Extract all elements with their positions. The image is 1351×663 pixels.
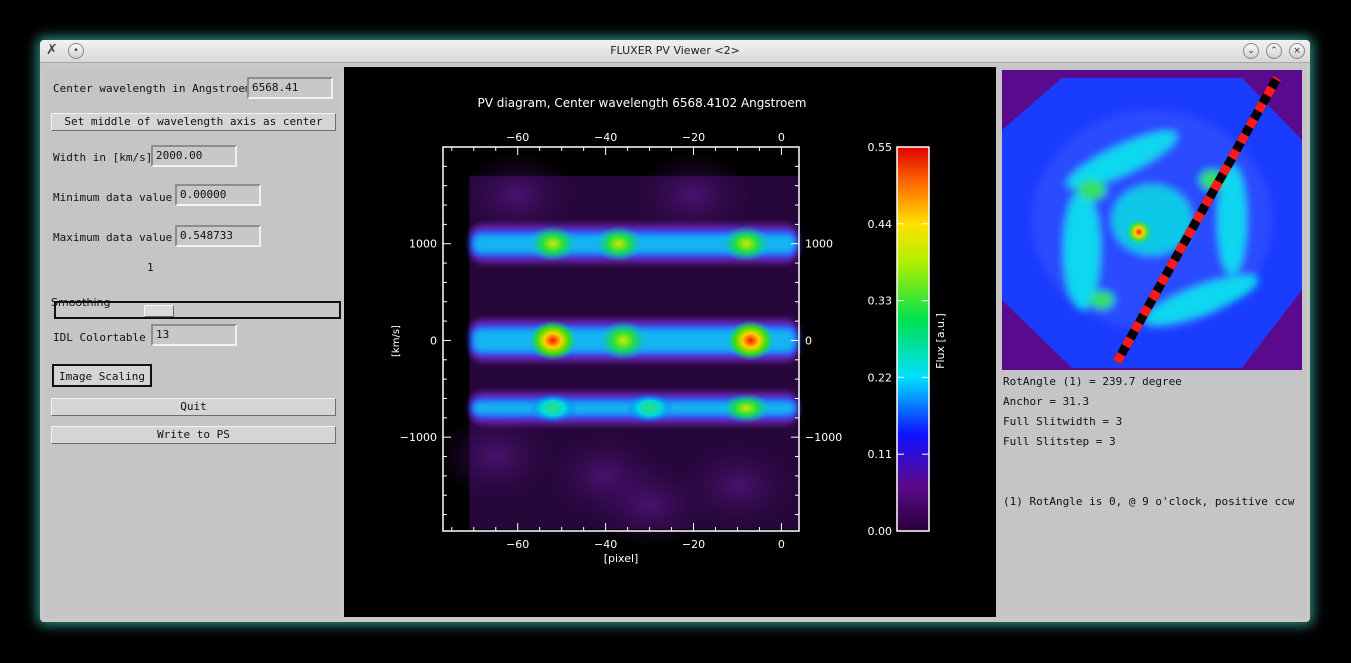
write-ps-button[interactable]: Write to PS — [51, 426, 336, 444]
colorbar-tick-label: 0.00 — [868, 525, 893, 538]
center-wavelength-field[interactable]: 6568.41 — [247, 77, 333, 99]
heatmap-blob — [722, 225, 771, 262]
title-bar: ✗ • FLUXER PV Viewer <2> ⌄ ⌃ × — [40, 40, 1310, 63]
colorbar-tick-label: 0.22 — [868, 371, 893, 384]
colorbar-label: Flux [a.u.] — [934, 313, 947, 369]
plot-title: PV diagram, Center wavelength 6568.4102 … — [478, 96, 807, 110]
minimize-button[interactable]: ⌄ — [1243, 43, 1259, 59]
heatmap-blob — [528, 320, 577, 361]
colorbar-tick-label: 0.33 — [868, 295, 893, 308]
colortable-field[interactable]: 13 — [151, 324, 237, 346]
colorbar-tick-label: 0.55 — [868, 141, 893, 154]
app-window: ✗ • FLUXER PV Viewer <2> ⌄ ⌃ × Center wa… — [40, 40, 1310, 622]
heatmap-blob — [528, 225, 577, 262]
y-axis-label: [km/s] — [391, 325, 402, 357]
colorbar — [896, 146, 930, 532]
y-tick-label: 0 — [430, 334, 437, 347]
smoothing-label: Smoothing — [51, 296, 111, 309]
colorbar-tick-label: 0.11 — [868, 448, 893, 461]
heatmap-blob — [594, 225, 643, 262]
window-title: FLUXER PV Viewer <2> — [610, 44, 740, 57]
image-scaling-button[interactable]: Image Scaling — [52, 364, 152, 387]
maximize-button[interactable]: ⌃ — [1266, 43, 1282, 59]
y-tick-label: −1000 — [400, 431, 437, 444]
x-tick-label-top: 0 — [778, 131, 785, 144]
close-button[interactable]: × — [1289, 43, 1305, 59]
galaxy-map-image — [1002, 70, 1302, 370]
y-tick-label: 1000 — [409, 238, 437, 251]
heatmap-haze — [589, 459, 710, 550]
rotangle-footnote: (1) RotAngle is 0, @ 9 o'clock, positive… — [1003, 495, 1295, 508]
anchor-info: Anchor = 31.3 — [1003, 395, 1090, 408]
slitstep-info: Full Slitstep = 3 — [1003, 435, 1116, 448]
max-data-label: Maximum data value — [53, 231, 173, 244]
y-tick-label-right: 1000 — [805, 238, 833, 251]
min-data-label: Minimum data value — [53, 191, 173, 204]
x-tick-label-top: −60 — [506, 131, 529, 144]
width-label: Width in [km/s] — [53, 151, 153, 164]
x-axis-label: [pixel] — [604, 552, 639, 565]
center-wavelength-label: Center wavelength in Angstroem — [53, 82, 252, 95]
x-tick-label: −60 — [506, 538, 529, 551]
slitwidth-info: Full Slitwidth = 3 — [1003, 415, 1123, 428]
colorbar-tick-label: 0.44 — [868, 218, 893, 231]
x-tick-label-top: −40 — [594, 131, 617, 144]
pv-diagram-svg: −60 −60 −40 −40 −20 −20 0 0 1000 1000 0 0 −1000 −1000… — [391, 96, 947, 565]
heatmap-blob — [528, 393, 577, 424]
pv-plot-area: −60 −60 −40 −40 −20 −20 0 0 1000 1000 0 0 −1000 −1000… — [344, 67, 996, 617]
heatmap-blob — [625, 393, 674, 424]
x-tick-label: −20 — [682, 538, 705, 551]
heatmap-blob — [599, 320, 648, 361]
y-tick-label-right: −1000 — [805, 431, 842, 444]
y-tick-label-right: 0 — [805, 334, 812, 347]
control-panel: Center wavelength in Angstroem 6568.41 S… — [44, 67, 342, 617]
x-tick-label: 0 — [778, 538, 785, 551]
heatmap-blob — [726, 320, 775, 361]
rotangle-info: RotAngle (1) = 239.7 degree — [1003, 375, 1182, 388]
max-data-field[interactable]: 0.548733 — [175, 225, 261, 247]
slider-thumb[interactable] — [144, 305, 174, 317]
smoothing-value: 1 — [147, 261, 154, 274]
galaxy-map-svg — [1002, 70, 1302, 370]
width-field[interactable]: 2000.00 — [151, 145, 237, 167]
set-middle-button[interactable]: Set middle of wavelength axis as center — [51, 113, 336, 131]
quit-button[interactable]: Quit — [51, 398, 336, 416]
x-tick-label-top: −20 — [682, 131, 705, 144]
heatmap-blob — [722, 393, 771, 424]
x-tick-label: −40 — [594, 538, 617, 551]
colortable-label: IDL Colortable — [53, 331, 146, 344]
heatmap-layer — [435, 150, 799, 550]
min-data-field[interactable]: 0.00000 — [175, 184, 261, 206]
